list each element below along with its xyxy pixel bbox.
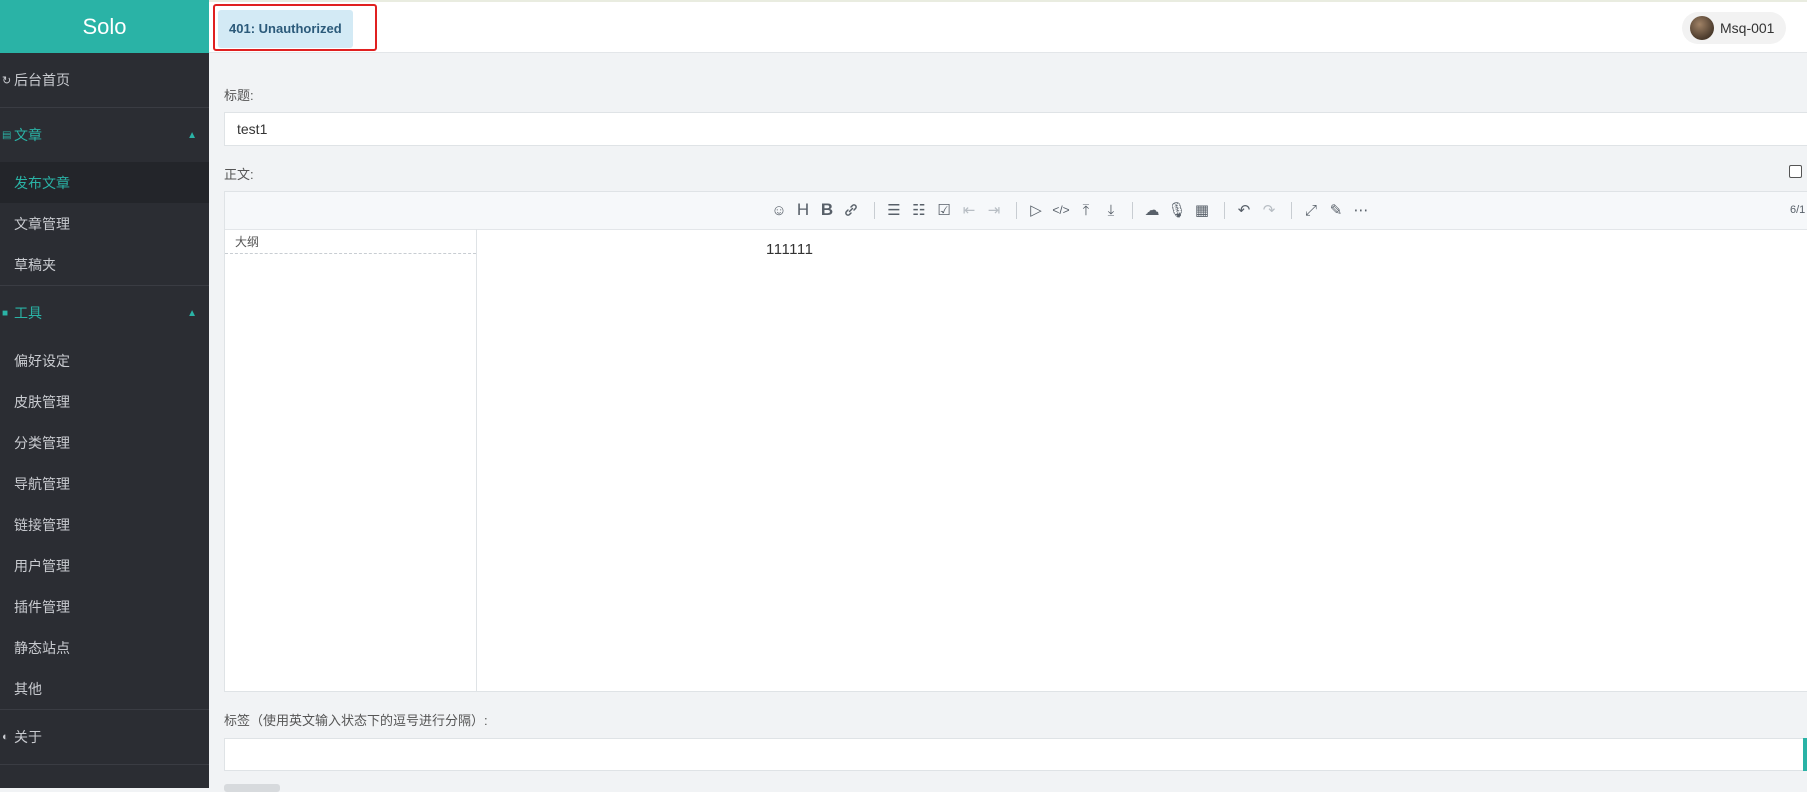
outline-panel: 大纲 [225, 229, 477, 692]
app-logo[interactable]: Solo [0, 0, 209, 53]
more-icon[interactable]: ⋯ [1352, 201, 1370, 219]
undo-icon[interactable]: ↶ [1235, 201, 1253, 219]
sidebar-item-categories[interactable]: 分类管理 [0, 422, 209, 463]
info-icon: ◐ [2, 731, 9, 743]
option-checkbox[interactable] [1789, 165, 1802, 178]
sidebar-item-label: 链接管理 [14, 516, 70, 533]
sidebar-item-label: 发布文章 [14, 174, 70, 191]
sidebar-item-about[interactable]: ◐ 关于 [0, 710, 209, 765]
sidebar-item-navigation[interactable]: 导航管理 [0, 463, 209, 504]
sidebar: Solo ↻ 后台首页 ▤ 文章 ▲ 发布文章 文章管理 草稿夹 ■ 工具 ▲ … [0, 0, 209, 788]
sidebar-item-preferences[interactable]: 偏好设定 [0, 340, 209, 381]
tags-label: 标签（使用英文输入状态下的逗号进行分隔）: [224, 713, 488, 728]
checklist-icon[interactable]: ☑ [935, 201, 953, 219]
sidebar-item-skins[interactable]: 皮肤管理 [0, 381, 209, 422]
sidebar-item-home[interactable]: ↻ 后台首页 [0, 53, 209, 108]
insert-after-icon[interactable]: ⤓ [1102, 201, 1120, 219]
sidebar-item-links[interactable]: 链接管理 [0, 504, 209, 545]
link-icon[interactable] [842, 201, 860, 219]
title-label: 标题: [224, 88, 254, 103]
sidebar-item-publish[interactable]: 发布文章 [0, 162, 209, 203]
error-status-badge: 401: Unauthorized [218, 10, 353, 48]
sidebar-item-drafts[interactable]: 草稿夹 [0, 244, 209, 285]
body-label: 正文: [224, 167, 254, 182]
title-input[interactable]: test1 [224, 112, 1807, 146]
char-counter: 6/1 [1790, 204, 1806, 216]
sidebar-item-label: 用户管理 [14, 557, 70, 574]
avatar [1690, 16, 1714, 40]
markdown-editor: ☺ H B ☰ ☷ ☑ ⇤ ⇥ ▷ </> ⤒ ⤓ ☁ 🎙 ▦ ↶ ↷ ⤢ ✎ … [224, 191, 1807, 692]
record-icon[interactable]: 🎙 [1167, 201, 1186, 219]
sidebar-item-label: 后台首页 [14, 72, 70, 88]
top-header: 401: Unauthorized Msq-001 [209, 0, 1807, 53]
sidebar-item-users[interactable]: 用户管理 [0, 545, 209, 586]
toolbar-divider [1132, 202, 1133, 219]
sidebar-item-other[interactable]: 其他 [0, 668, 209, 709]
upload-icon[interactable]: ☁ [1143, 201, 1161, 219]
ordered-list-icon[interactable]: ☷ [910, 201, 928, 219]
user-menu[interactable]: Msq-001 [1682, 12, 1787, 44]
fullscreen-icon[interactable]: ⤢ [1302, 201, 1320, 219]
sidebar-item-label: 关于 [14, 729, 42, 745]
article-icon: ▤ [2, 129, 12, 141]
sidebar-item-static-site[interactable]: 静态站点 [0, 627, 209, 668]
sidebar-item-label: 偏好设定 [14, 352, 70, 369]
chevron-up-icon: ▲ [187, 129, 197, 141]
sidebar-group-articles[interactable]: ▤ 文章 ▲ [0, 108, 209, 162]
emoji-icon[interactable]: ☺ [770, 201, 788, 219]
outdent-icon[interactable]: ⇤ [960, 201, 978, 219]
sidebar-item-label: 文章管理 [14, 215, 70, 232]
editor-toolbar: ☺ H B ☰ ☷ ☑ ⇤ ⇥ ▷ </> ⤒ ⤓ ☁ 🎙 ▦ ↶ ↷ ⤢ ✎ … [225, 192, 1807, 230]
tools-icon: ■ [2, 307, 9, 319]
sidebar-group-label: 文章 [14, 127, 42, 143]
toolbar-divider [1291, 202, 1292, 219]
bold-icon[interactable]: B [818, 200, 836, 219]
sidebar-item-label: 分类管理 [14, 434, 70, 451]
toolbar-divider [1224, 202, 1225, 219]
input-focus-edge [1803, 738, 1807, 771]
heading-icon[interactable]: H [794, 200, 812, 219]
sidebar-item-plugins[interactable]: 插件管理 [0, 586, 209, 627]
sidebar-item-label: 其他 [14, 680, 42, 697]
redo-icon[interactable]: ↷ [1260, 201, 1278, 219]
toolbar-divider [874, 202, 875, 219]
sidebar-item-label: 静态站点 [14, 639, 70, 656]
partial-button[interactable] [224, 784, 280, 792]
edit-mode-icon[interactable]: ✎ [1327, 201, 1345, 219]
sidebar-item-article-manage[interactable]: 文章管理 [0, 203, 209, 244]
sidebar-item-label: 草稿夹 [14, 256, 56, 273]
username: Msq-001 [1720, 20, 1775, 36]
refresh-icon: ↻ [2, 74, 12, 87]
editor-content-area[interactable]: 111111 [477, 229, 1807, 692]
outline-title: 大纲 [225, 235, 476, 254]
sidebar-group-tools[interactable]: ■ 工具 ▲ [0, 286, 209, 340]
quote-icon[interactable]: ▷ [1027, 201, 1045, 219]
code-icon[interactable]: </> [1052, 201, 1070, 219]
tags-input[interactable] [224, 738, 1807, 771]
sidebar-item-label: 皮肤管理 [14, 393, 70, 410]
sidebar-group-label: 工具 [14, 305, 42, 321]
sidebar-item-label: 导航管理 [14, 475, 70, 492]
chevron-up-icon: ▲ [187, 307, 197, 319]
indent-icon[interactable]: ⇥ [985, 201, 1003, 219]
toolbar-divider [1016, 202, 1017, 219]
sidebar-item-label: 插件管理 [14, 598, 70, 615]
editor-content-text: 111111 [766, 241, 814, 258]
insert-before-icon[interactable]: ⤒ [1077, 201, 1095, 219]
bullet-list-icon[interactable]: ☰ [885, 201, 903, 219]
table-icon[interactable]: ▦ [1193, 201, 1211, 219]
